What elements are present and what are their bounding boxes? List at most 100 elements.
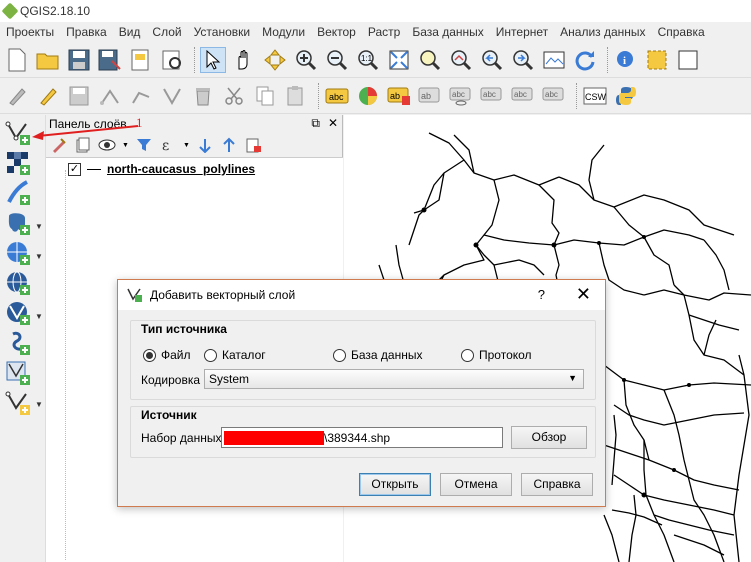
filter-expression-icon[interactable]: ε bbox=[159, 136, 177, 154]
menu-edit[interactable]: Правка bbox=[60, 25, 113, 39]
radio-directory-indicator[interactable] bbox=[204, 348, 217, 362]
expand-all-icon[interactable] bbox=[196, 136, 214, 154]
menu-settings[interactable]: Установки bbox=[188, 25, 256, 39]
open-project-icon[interactable] bbox=[35, 47, 61, 73]
encoding-select[interactable]: System ▼ bbox=[204, 369, 584, 389]
paste-features-icon[interactable] bbox=[283, 83, 309, 109]
composer-manager-icon[interactable] bbox=[159, 47, 185, 73]
refresh-icon[interactable] bbox=[572, 47, 598, 73]
select-pan-icon[interactable] bbox=[200, 46, 226, 73]
add-postgis-icon[interactable] bbox=[4, 209, 32, 237]
radio-database-indicator[interactable] bbox=[333, 348, 346, 362]
menu-raster[interactable]: Растр bbox=[362, 25, 406, 39]
move-label-icon[interactable]: abc bbox=[479, 83, 505, 109]
add-spatialite-icon[interactable] bbox=[4, 239, 32, 267]
cancel-button[interactable]: Отмена bbox=[440, 473, 512, 496]
zoom-next-icon[interactable] bbox=[510, 47, 536, 73]
menu-projects[interactable]: Проекты bbox=[0, 25, 60, 39]
add-feature-icon[interactable] bbox=[97, 83, 123, 109]
add-delimited-text-icon[interactable] bbox=[4, 179, 32, 207]
collapse-all-icon[interactable] bbox=[220, 136, 238, 154]
menu-plugins[interactable]: Модули bbox=[256, 25, 311, 39]
diagram-icon[interactable] bbox=[355, 83, 381, 109]
copy-features-icon[interactable] bbox=[252, 83, 278, 109]
annotation-number: 1 bbox=[136, 115, 143, 130]
layer-item[interactable]: ✓ north-caucasus_polylines bbox=[68, 162, 255, 176]
current-edits-icon[interactable] bbox=[4, 83, 30, 109]
menu-web[interactable]: Интернет bbox=[490, 25, 554, 39]
csw-icon[interactable]: CSW bbox=[582, 83, 608, 109]
save-edits-icon[interactable] bbox=[66, 83, 92, 109]
save-project-icon[interactable] bbox=[66, 47, 92, 73]
menu-database[interactable]: База данных bbox=[406, 25, 489, 39]
zoom-to-selection-icon[interactable] bbox=[417, 47, 443, 73]
browse-button[interactable]: Обзор bbox=[511, 426, 587, 449]
dataset-field[interactable]: \389344.shp bbox=[221, 427, 503, 448]
radio-file-indicator[interactable] bbox=[143, 348, 156, 362]
zoom-last-icon[interactable] bbox=[479, 47, 505, 73]
source-group: Источник Набор данных \389344.shp Обзор bbox=[130, 406, 596, 458]
radio-file[interactable]: Файл bbox=[143, 348, 191, 362]
zoom-out-icon[interactable] bbox=[324, 47, 350, 73]
menu-vector[interactable]: Вектор bbox=[311, 25, 362, 39]
add-raster-layer-icon[interactable] bbox=[4, 149, 32, 177]
layer-labeling-icon[interactable]: ab bbox=[386, 83, 412, 109]
radio-protocol[interactable]: Протокол bbox=[461, 348, 532, 362]
radio-protocol-indicator[interactable] bbox=[461, 348, 474, 362]
open-button[interactable]: Открыть bbox=[359, 473, 431, 496]
new-map-view-icon[interactable] bbox=[541, 47, 567, 73]
save-as-icon[interactable] bbox=[97, 47, 123, 73]
add-wfs-icon[interactable] bbox=[4, 299, 32, 327]
zoom-full-icon[interactable] bbox=[386, 47, 412, 73]
cut-features-icon[interactable] bbox=[221, 83, 247, 109]
layer-name[interactable]: north-caucasus_polylines bbox=[107, 162, 255, 176]
move-feature-icon[interactable] bbox=[128, 83, 154, 109]
add-wms-icon[interactable] bbox=[4, 269, 32, 297]
help-icon[interactable]: ? bbox=[538, 287, 545, 302]
menu-analysis[interactable]: Анализ данных bbox=[554, 25, 651, 39]
new-shapefile-icon[interactable] bbox=[4, 389, 32, 417]
undock-icon[interactable]: ⧉ bbox=[311, 116, 320, 131]
rotate-label-icon[interactable]: abc bbox=[510, 83, 536, 109]
layer-visibility-checkbox[interactable]: ✓ bbox=[68, 162, 81, 176]
radio-database[interactable]: База данных bbox=[333, 348, 422, 362]
chevron-down-icon[interactable]: ▼ bbox=[35, 312, 43, 321]
node-tool-icon[interactable] bbox=[159, 83, 185, 109]
add-vector-layer-icon[interactable] bbox=[4, 119, 32, 147]
deselect-icon[interactable] bbox=[675, 47, 701, 73]
close-panel-icon[interactable]: ✕ bbox=[328, 116, 338, 131]
help-button[interactable]: Справка bbox=[521, 473, 593, 496]
zoom-to-layer-icon[interactable] bbox=[448, 47, 474, 73]
zoom-native-icon[interactable]: 1:1 bbox=[355, 47, 381, 73]
chevron-down-icon[interactable]: ▼ bbox=[183, 142, 190, 149]
zoom-in-icon[interactable] bbox=[293, 47, 319, 73]
select-features-icon[interactable] bbox=[644, 47, 670, 73]
radio-directory[interactable]: Каталог bbox=[204, 348, 266, 362]
add-virtual-layer-icon[interactable] bbox=[4, 359, 32, 387]
toggle-editing-icon[interactable] bbox=[35, 83, 61, 109]
identify-icon[interactable]: i bbox=[613, 47, 639, 73]
chevron-down-icon[interactable]: ▼ bbox=[35, 400, 43, 409]
remove-layer-icon[interactable] bbox=[244, 136, 262, 154]
chevron-down-icon[interactable]: ▼ bbox=[122, 142, 129, 149]
radio-file-label: Файл bbox=[161, 348, 191, 362]
label-toolbar-icon[interactable]: abc bbox=[324, 83, 350, 109]
new-print-composer-icon[interactable] bbox=[128, 47, 154, 73]
dataset-label: Набор данных bbox=[141, 431, 222, 445]
chevron-down-icon[interactable]: ▼ bbox=[35, 222, 43, 231]
python-console-icon[interactable] bbox=[613, 83, 639, 109]
chevron-down-icon[interactable]: ▼ bbox=[35, 252, 43, 261]
show-hide-labels-icon[interactable]: abc bbox=[448, 83, 474, 109]
menu-view[interactable]: Вид bbox=[113, 25, 147, 39]
add-wcs-icon[interactable] bbox=[4, 329, 32, 357]
pan-hand-icon[interactable] bbox=[231, 47, 257, 73]
menu-layer[interactable]: Слой bbox=[146, 25, 187, 39]
delete-selected-icon[interactable] bbox=[190, 83, 216, 109]
encoding-label: Кодировка bbox=[141, 373, 201, 387]
menu-help[interactable]: Справка bbox=[652, 25, 711, 39]
new-project-icon[interactable] bbox=[4, 47, 30, 73]
close-icon[interactable]: ✕ bbox=[576, 284, 591, 305]
pan-to-selection-icon[interactable] bbox=[262, 47, 288, 73]
pin-labels-icon[interactable]: ab bbox=[417, 83, 443, 109]
change-label-icon[interactable]: abc bbox=[541, 83, 567, 109]
